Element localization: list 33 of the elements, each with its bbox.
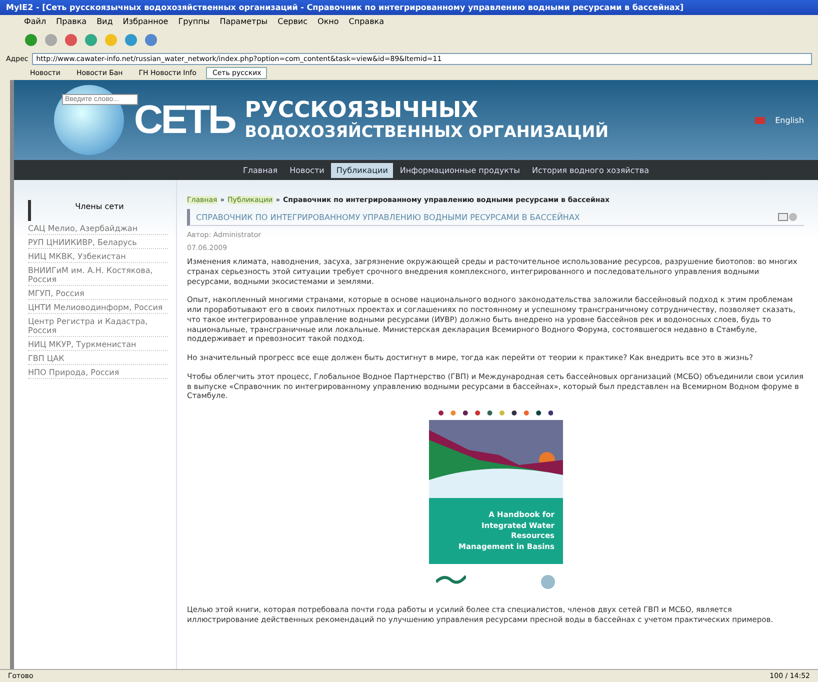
article-title: СПРАВОЧНИК ПО ИНТЕГРИРОВАННОМУ УПРАВЛЕНИЮ ВОДНЫМИ РЕСУРСАМИ В БАССЕЙНАХ <box>196 212 581 222</box>
sidebar-link[interactable]: ВНИИГиМ им. А.Н. Костякова, Россия <box>28 265 168 286</box>
language-link[interactable]: English <box>775 116 804 124</box>
menu-item[interactable]: Сервис <box>278 17 308 26</box>
menu-item[interactable]: Группы <box>178 17 210 26</box>
flag-icon <box>755 116 766 124</box>
sidebar-title: Члены сети <box>28 200 168 221</box>
site-subtitle: ВОДОХОЗЯЙСТВЕННЫХ ОРГАНИЗАЦИЙ <box>244 122 610 140</box>
menu-item[interactable]: Справка <box>348 17 384 26</box>
wave-logo <box>436 574 466 584</box>
nav-link[interactable]: Публикации <box>331 162 393 178</box>
nav-link[interactable]: Новости <box>284 162 330 178</box>
sidebar-link[interactable]: ЦНТИ Мелиоводинформ, Россия <box>28 302 168 314</box>
sidebar-link[interactable]: НИЦ МКУР, Туркменистан <box>28 339 168 351</box>
menu-item[interactable]: Избранное <box>122 17 168 26</box>
sidebar-link[interactable]: ГВП ЦАК <box>28 353 168 365</box>
nav-link[interactable]: Главная <box>238 162 283 178</box>
nav-link[interactable]: Информационные продукты <box>394 162 525 178</box>
sidebar-link[interactable]: РУП ЦНИИКИВР, Беларусь <box>28 237 168 249</box>
sidebar-link[interactable]: САЦ Мелио, Азербайджан <box>28 223 168 235</box>
menu-item[interactable]: Вид <box>96 17 113 26</box>
sidebar-link[interactable]: НПО Природа, Россия <box>28 367 168 379</box>
menu-item[interactable]: Файл <box>24 17 46 26</box>
menu-item[interactable]: Окно <box>318 17 339 26</box>
sidebar-link[interactable]: Центр Регистра и Кадастра, Россия <box>28 316 168 337</box>
menu-item[interactable]: Правка <box>56 17 87 26</box>
site-title: РУССКОЯЗЫЧНЫХ <box>244 100 478 122</box>
nav-link[interactable]: История водного хозяйства <box>526 162 654 178</box>
sidebar-link[interactable]: НИЦ МКВК, Узбекистан <box>28 251 168 263</box>
sidebar-link[interactable]: МГУП, Россия <box>28 288 168 300</box>
window-title: MyIE2 - [Сеть русскоязычных водохозяйственных организаций - Справочник по интегрированному управлению водными ресурсами в бассейнах] <box>0 0 818 15</box>
email-icon[interactable] <box>778 213 788 221</box>
menu-item[interactable]: Параметры <box>220 17 268 26</box>
